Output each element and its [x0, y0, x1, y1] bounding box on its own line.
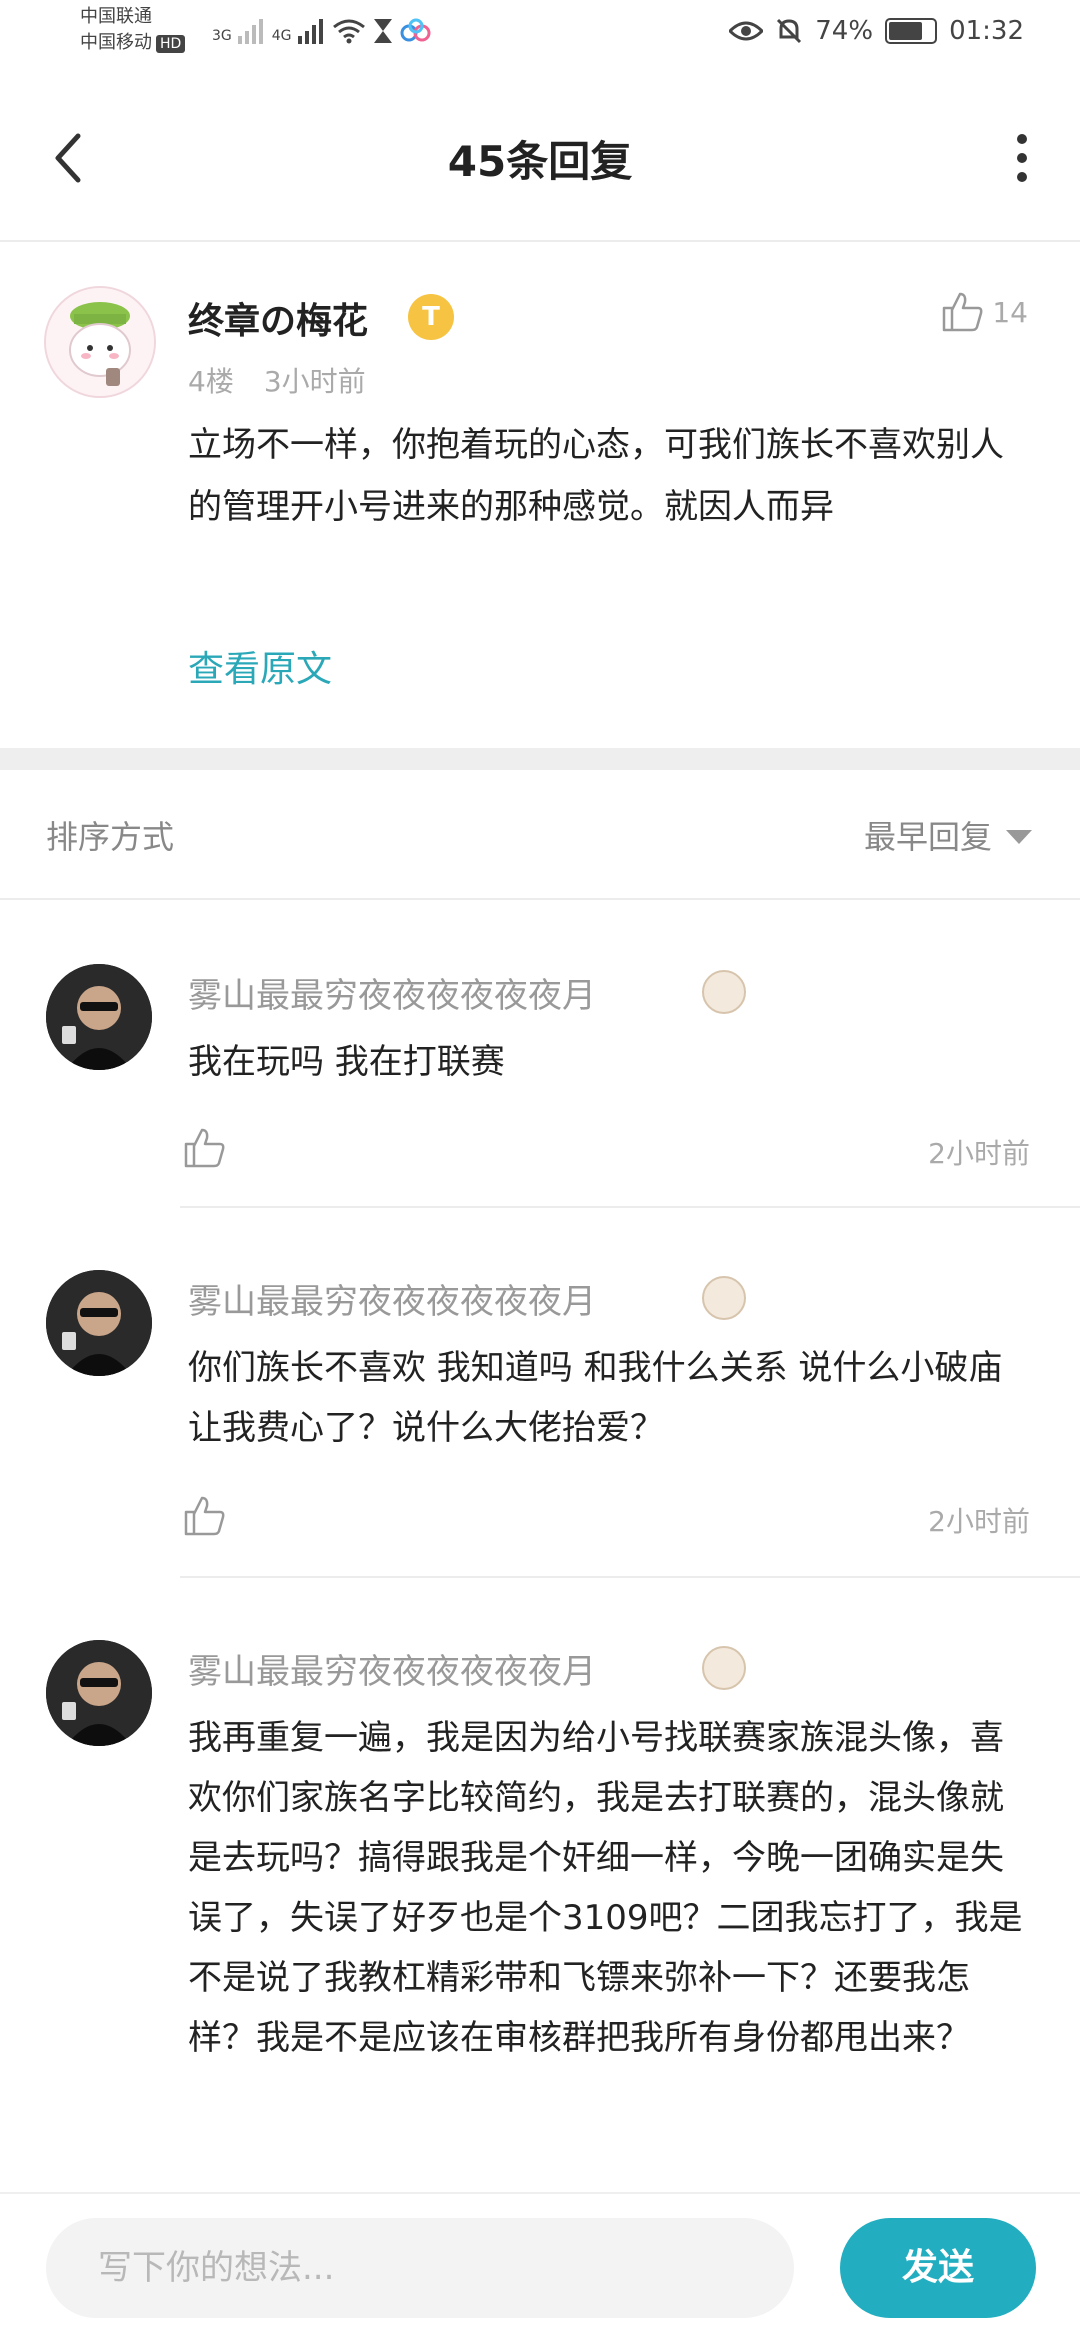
network-type-2: 4G	[271, 28, 292, 44]
thumbs-up-icon	[184, 1496, 225, 1536]
floor-number: 4楼	[188, 365, 234, 398]
top-app-bar: 45条回复	[0, 80, 1080, 242]
caret-down-icon[interactable]	[1006, 830, 1032, 844]
avatar[interactable]	[46, 1270, 152, 1376]
reply-text: 你们族长不喜欢 我知道吗 和我什么关系 说什么小破庙让我费心了？说什么大佬抬爱？	[188, 1348, 1003, 1448]
character-badge-icon	[702, 1276, 746, 1320]
comment-text: 立场不一样，你抱着玩的心态，可我们族长不喜欢别人的管理开小号进来的那种感觉。就因…	[188, 425, 1004, 527]
battery-fill	[889, 22, 922, 40]
panda-avatar-icon	[46, 288, 154, 396]
network-type-1: 3G	[212, 28, 232, 44]
username[interactable]: 终章の梅花	[188, 292, 368, 344]
avatar[interactable]	[46, 964, 152, 1070]
comment-input[interactable]	[46, 2218, 794, 2318]
more-options-button[interactable]	[1012, 134, 1032, 186]
username[interactable]: 雾山最最穷夜夜夜夜夜夜月	[188, 1644, 596, 1693]
thumbs-up-icon	[942, 292, 983, 332]
avatar[interactable]	[44, 286, 156, 398]
reply-text: 我再重复一遍，我是因为给小号找联赛家族混头像，喜欢你们家族名字比较简约，我是去打…	[188, 1718, 1023, 2058]
username[interactable]: 雾山最最穷夜夜夜夜夜夜月	[188, 1274, 596, 1323]
more-dot	[1017, 172, 1027, 182]
battery-percent: 74%	[815, 16, 874, 46]
page-title: 45条回复	[447, 137, 633, 186]
post-time: 3小时前	[263, 365, 366, 398]
character-badge-icon	[702, 970, 746, 1014]
cloud-app-icon	[400, 18, 431, 42]
carrier-2: 中国移动	[80, 32, 152, 53]
carrier-info: 中国联通 中国移动 HD	[80, 4, 186, 56]
like-button[interactable]	[182, 1126, 226, 1170]
battery-icon	[885, 18, 938, 44]
avatar[interactable]	[46, 1640, 152, 1746]
bell-off-icon	[777, 18, 802, 44]
character-badge-icon	[702, 1646, 746, 1690]
reply-item: 雾山最最穷夜夜夜夜夜夜月 你们族长不喜欢 我知道吗 和我什么关系 说什么小破庙让…	[0, 1208, 1080, 1578]
like-count: 14	[992, 296, 1028, 329]
clock: 01:32	[949, 16, 1024, 46]
level-badge: T	[408, 294, 454, 340]
view-original-link[interactable]: 查看原文	[188, 640, 332, 692]
sort-dropdown[interactable]: 最早回复	[864, 812, 992, 858]
post-meta: 4楼 3小时前	[188, 360, 366, 400]
more-dot	[1017, 153, 1027, 163]
wifi-icon	[332, 19, 365, 44]
section-divider	[0, 748, 1080, 770]
eye-icon	[729, 21, 764, 41]
signal-indicators: 3G 4G	[212, 18, 432, 44]
reply-time: 2小时前	[928, 1505, 1030, 1538]
hd-badge: HD	[156, 35, 186, 53]
like-button[interactable]	[940, 290, 984, 334]
user-photo-icon	[46, 1270, 152, 1376]
reply-text: 我在玩吗 我在打联赛	[188, 1042, 505, 1082]
sort-bar: 排序方式 最早回复	[0, 770, 1080, 900]
reply-item: 雾山最最穷夜夜夜夜夜夜月 我再重复一遍，我是因为给小号找联赛家族混头像，喜欢你们…	[0, 1578, 1080, 2192]
sort-label: 排序方式	[46, 818, 175, 856]
more-dot	[1017, 134, 1027, 144]
comment-composer: 发送	[0, 2192, 1080, 2342]
signal-icon	[297, 19, 323, 44]
status-bar: 中国联通 中国移动 HD 3G 4G 74% 01:32	[0, 0, 1080, 72]
send-button[interactable]: 发送	[840, 2218, 1036, 2318]
main-comment: 终章の梅花 T 14 4楼 3小时前 立场不一样，你抱着玩的心态，可我们族长不喜欢…	[0, 242, 1080, 748]
carrier-1: 中国联通	[80, 6, 152, 27]
user-photo-icon	[46, 964, 152, 1070]
hourglass-icon	[373, 19, 392, 43]
reply-time: 2小时前	[928, 1137, 1030, 1170]
thumbs-up-icon	[184, 1128, 225, 1168]
like-button[interactable]	[182, 1494, 226, 1538]
username[interactable]: 雾山最最穷夜夜夜夜夜夜月	[188, 968, 596, 1017]
signal-icon	[237, 19, 263, 44]
user-photo-icon	[46, 1640, 152, 1746]
status-right: 74% 01:32	[729, 16, 1024, 46]
reply-item: 雾山最最穷夜夜夜夜夜夜月 我在玩吗 我在打联赛 2小时前	[0, 900, 1080, 1208]
